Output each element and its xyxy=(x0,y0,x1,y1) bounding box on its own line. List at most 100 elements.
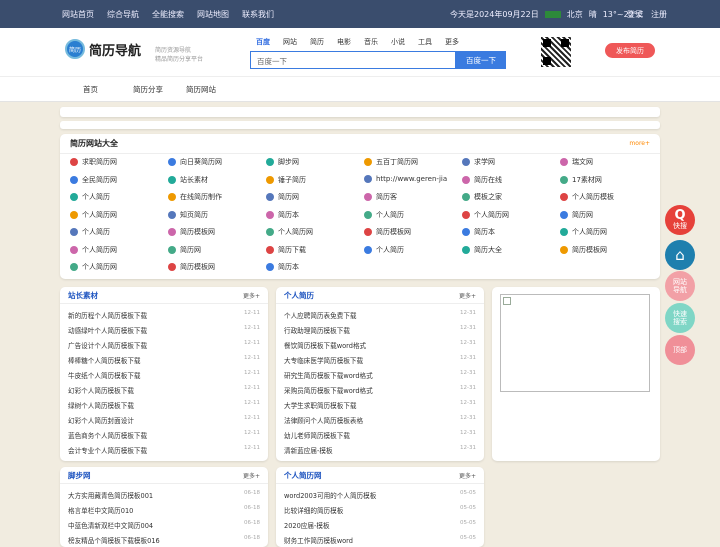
list-item[interactable]: 幼儿老师简历模板下载 12-31 xyxy=(284,430,476,440)
site-link[interactable]: 简历在线 xyxy=(462,175,502,185)
list-item[interactable]: 餐饮简历模板下载word格式 12-31 xyxy=(284,340,476,350)
top-link-search[interactable]: 全能搜索 xyxy=(152,9,184,20)
list-item[interactable]: 榜友精品个简模板下载模板016 06-18 xyxy=(68,535,260,545)
register-link[interactable]: 注册 xyxy=(651,9,667,20)
card-more-link[interactable]: 更多+ xyxy=(243,471,260,480)
list-item[interactable]: 大专临床医学简历模板下载 12-31 xyxy=(284,355,476,365)
site-link[interactable]: 简历模板网 xyxy=(168,262,215,272)
list-item[interactable]: 棒棒糖个人简历模板下载 12-11 xyxy=(68,355,260,365)
list-item[interactable]: 大学生求职简历模板下载 12-31 xyxy=(284,400,476,410)
list-item[interactable]: 财务工作简历模板word 05-05 xyxy=(284,535,476,545)
side-site-nav-button[interactable]: 网站 导航 xyxy=(665,271,695,301)
login-link[interactable]: 登录 xyxy=(627,9,643,20)
list-item[interactable]: word2003可用的个人简历模板 05-05 xyxy=(284,490,476,500)
site-logo[interactable]: 简历 简历导航 xyxy=(65,39,141,59)
list-item[interactable]: 动感绿叶个人简历模板下载 12-11 xyxy=(68,325,260,335)
tab-music[interactable]: 音乐 xyxy=(364,37,378,47)
side-home-button[interactable]: ⌂ xyxy=(665,240,695,270)
list-item[interactable]: 中蓝色清新双栏中文简历004 06-18 xyxy=(68,520,260,530)
list-item[interactable]: 比较详细的简历模板 05-05 xyxy=(284,505,476,515)
site-link[interactable]: 求学网 xyxy=(462,157,495,167)
nav-resume-share[interactable]: 简历分享 xyxy=(133,84,163,95)
side-quick-search-button[interactable]: Q 快搜 xyxy=(665,205,695,235)
site-link[interactable]: 个人简历网 xyxy=(70,245,117,255)
search-input[interactable]: 百度一下 xyxy=(250,51,456,69)
publish-button[interactable]: 发布简历 xyxy=(605,43,655,58)
site-link[interactable]: 简历本 xyxy=(266,262,299,272)
site-link[interactable]: 简历模板网 xyxy=(560,245,607,255)
site-link[interactable]: 模板之家 xyxy=(462,192,502,202)
list-item[interactable]: 个人应聘简历表免费下载 12-31 xyxy=(284,310,476,320)
site-link[interactable]: 全民简历网 xyxy=(70,175,117,185)
site-link[interactable]: http://www.geren-jia xyxy=(364,174,447,183)
site-link[interactable]: 站长素材 xyxy=(168,175,208,185)
list-item[interactable]: 蓝色商务个人简历模板下载 12-11 xyxy=(68,430,260,440)
site-link[interactable]: 简历模板网 xyxy=(168,227,215,237)
site-link[interactable]: 知页简历 xyxy=(168,210,208,220)
nav-resume-sites[interactable]: 简历网站 xyxy=(186,84,216,95)
tab-movie[interactable]: 电影 xyxy=(337,37,351,47)
site-link[interactable]: 简历模板网 xyxy=(364,227,411,237)
nav-home[interactable]: 首页 xyxy=(83,84,98,95)
site-link[interactable]: 求职简历网 xyxy=(70,157,117,167)
site-link[interactable]: 简历本 xyxy=(266,210,299,220)
list-item[interactable]: 牛皮纸个人简历模板下载 12-11 xyxy=(68,370,260,380)
list-item[interactable]: 行政助理简历模板下载 12-31 xyxy=(284,325,476,335)
site-link[interactable]: 个人简历 xyxy=(70,227,110,237)
site-link[interactable]: 个人简历网 xyxy=(462,210,509,220)
site-link[interactable]: 五百丁简历网 xyxy=(364,157,418,167)
top-link-home[interactable]: 网站首页 xyxy=(62,9,94,20)
site-link[interactable]: 简历大全 xyxy=(462,245,502,255)
list-item[interactable]: 幻彩个人简历模板下载 12-11 xyxy=(68,385,260,395)
site-link[interactable]: 个人简历模板 xyxy=(560,192,614,202)
top-link-sitemap[interactable]: 网站地图 xyxy=(197,9,229,20)
top-link-contact[interactable]: 联系我们 xyxy=(242,9,274,20)
site-link[interactable]: 向日葵简历网 xyxy=(168,157,222,167)
site-link[interactable]: 个人简历 xyxy=(70,192,110,202)
list-item[interactable]: 会计专业个人简历模板下载 12-11 xyxy=(68,445,260,455)
tab-baidu[interactable]: 百度 xyxy=(256,37,270,47)
list-item[interactable]: 采购员简历模板下载word格式 12-31 xyxy=(284,385,476,395)
list-item[interactable]: 绿树个人简历模板下载 12-11 xyxy=(68,400,260,410)
site-link[interactable]: 个人简历 xyxy=(364,245,404,255)
side-fast-search-button[interactable]: 快速 搜索 xyxy=(665,303,695,333)
tab-website[interactable]: 网站 xyxy=(283,37,297,47)
site-link[interactable]: 简历网 xyxy=(168,245,201,255)
site-link[interactable]: 简历客 xyxy=(364,192,397,202)
more-link[interactable]: more+ xyxy=(629,140,650,147)
list-item[interactable]: 新的历程个人简历模板下载 12-11 xyxy=(68,310,260,320)
site-link[interactable]: 瑞文网 xyxy=(560,157,593,167)
list-item[interactable]: 清新蓝应届-模板 12-31 xyxy=(284,445,476,455)
tab-more[interactable]: 更多 xyxy=(445,37,459,47)
site-link[interactable]: 脚步网 xyxy=(266,157,299,167)
list-item[interactable]: 法律顾问个人简历模板表格 12-31 xyxy=(284,415,476,425)
top-link-nav[interactable]: 综合导航 xyxy=(107,9,139,20)
site-link[interactable]: 个人简历网 xyxy=(70,210,117,220)
list-item[interactable]: 格言单栏中文简历010 06-18 xyxy=(68,505,260,515)
list-item[interactable]: 研究生简历模板下载word格式 12-31 xyxy=(284,370,476,380)
site-link[interactable]: 个人简历网 xyxy=(266,227,313,237)
tab-tools[interactable]: 工具 xyxy=(418,37,432,47)
side-top-button[interactable]: 顶部 xyxy=(665,335,695,365)
card-more-link[interactable]: 更多+ xyxy=(243,291,260,300)
site-link[interactable]: 简历网 xyxy=(560,210,593,220)
card-more-link[interactable]: 更多+ xyxy=(459,291,476,300)
site-link[interactable]: 简历网 xyxy=(266,192,299,202)
card-more-link[interactable]: 更多+ xyxy=(459,471,476,480)
list-item[interactable]: 幻彩个人简历封面设计 12-11 xyxy=(68,415,260,425)
site-link[interactable]: 锤子简历 xyxy=(266,175,306,185)
list-item[interactable]: 大方实用藏青色简历模板001 06-18 xyxy=(68,490,260,500)
list-item[interactable]: 2020应届-模板 05-05 xyxy=(284,520,476,530)
search-button[interactable]: 百度一下 xyxy=(456,51,506,69)
tab-novel[interactable]: 小说 xyxy=(391,37,405,47)
site-link[interactable]: 简历下载 xyxy=(266,245,306,255)
site-link[interactable]: 17素材网 xyxy=(560,175,602,185)
tab-resume[interactable]: 简历 xyxy=(310,37,324,47)
site-link[interactable]: 个人简历 xyxy=(364,210,404,220)
site-link[interactable]: 个人简历网 xyxy=(70,262,117,272)
site-link-label: 简历客 xyxy=(376,193,397,201)
site-link[interactable]: 在线简历制作 xyxy=(168,192,222,202)
site-link[interactable]: 简历本 xyxy=(462,227,495,237)
site-link[interactable]: 个人简历网 xyxy=(560,227,607,237)
list-item[interactable]: 广告设计个人简历模板下载 12-11 xyxy=(68,340,260,350)
